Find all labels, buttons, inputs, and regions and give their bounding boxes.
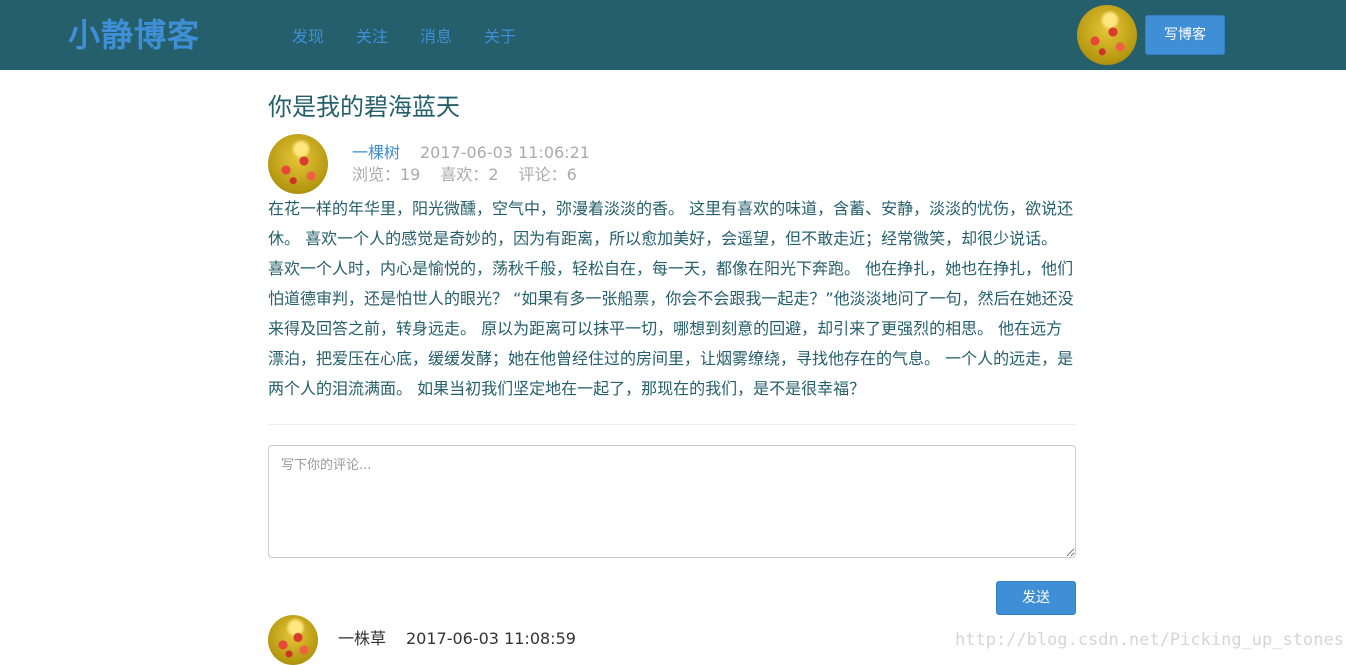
likes-count: 喜欢：2 [440,165,499,184]
write-blog-button[interactable]: 写博客 [1145,15,1225,55]
post-timestamp: 2017-06-03 11:06:21 [420,143,590,162]
nav-link-messages[interactable]: 消息 [420,23,452,47]
divider [268,424,1076,425]
brand-logo[interactable]: 小静博客 [68,14,200,56]
send-comment-button[interactable]: 发送 [996,581,1076,615]
nav-link-about[interactable]: 关于 [484,23,516,47]
comments-count: 评论：6 [518,165,577,184]
user-avatar[interactable] [1077,5,1137,65]
watermark: http://blog.csdn.net/Picking_up_stones [955,630,1344,650]
nav-links: 发现 关注 消息 关于 [276,0,532,70]
post-stats: 浏览：19 喜欢：2 评论：6 [352,165,597,185]
comment-input[interactable] [268,445,1076,558]
top-navbar: 小静博客 发现 关注 消息 关于 写博客 [0,0,1346,70]
nav-link-discover[interactable]: 发现 [292,23,324,47]
commenter-avatar[interactable] [268,615,318,665]
nav-link-follow[interactable]: 关注 [356,23,388,47]
post-title: 你是我的碧海蓝天 [268,93,460,121]
post-body: 在花一样的年华里，阳光微醺，空气中，弥漫着淡淡的香。 这里有喜欢的味道，含蓄、安… [268,199,1074,398]
comment-author[interactable]: 一株草 [338,629,386,649]
author-avatar[interactable] [268,134,328,194]
comment-timestamp: 2017-06-03 11:08:59 [406,629,576,648]
author-name[interactable]: 一棵树 [352,143,400,163]
views-count: 浏览：19 [352,165,421,184]
